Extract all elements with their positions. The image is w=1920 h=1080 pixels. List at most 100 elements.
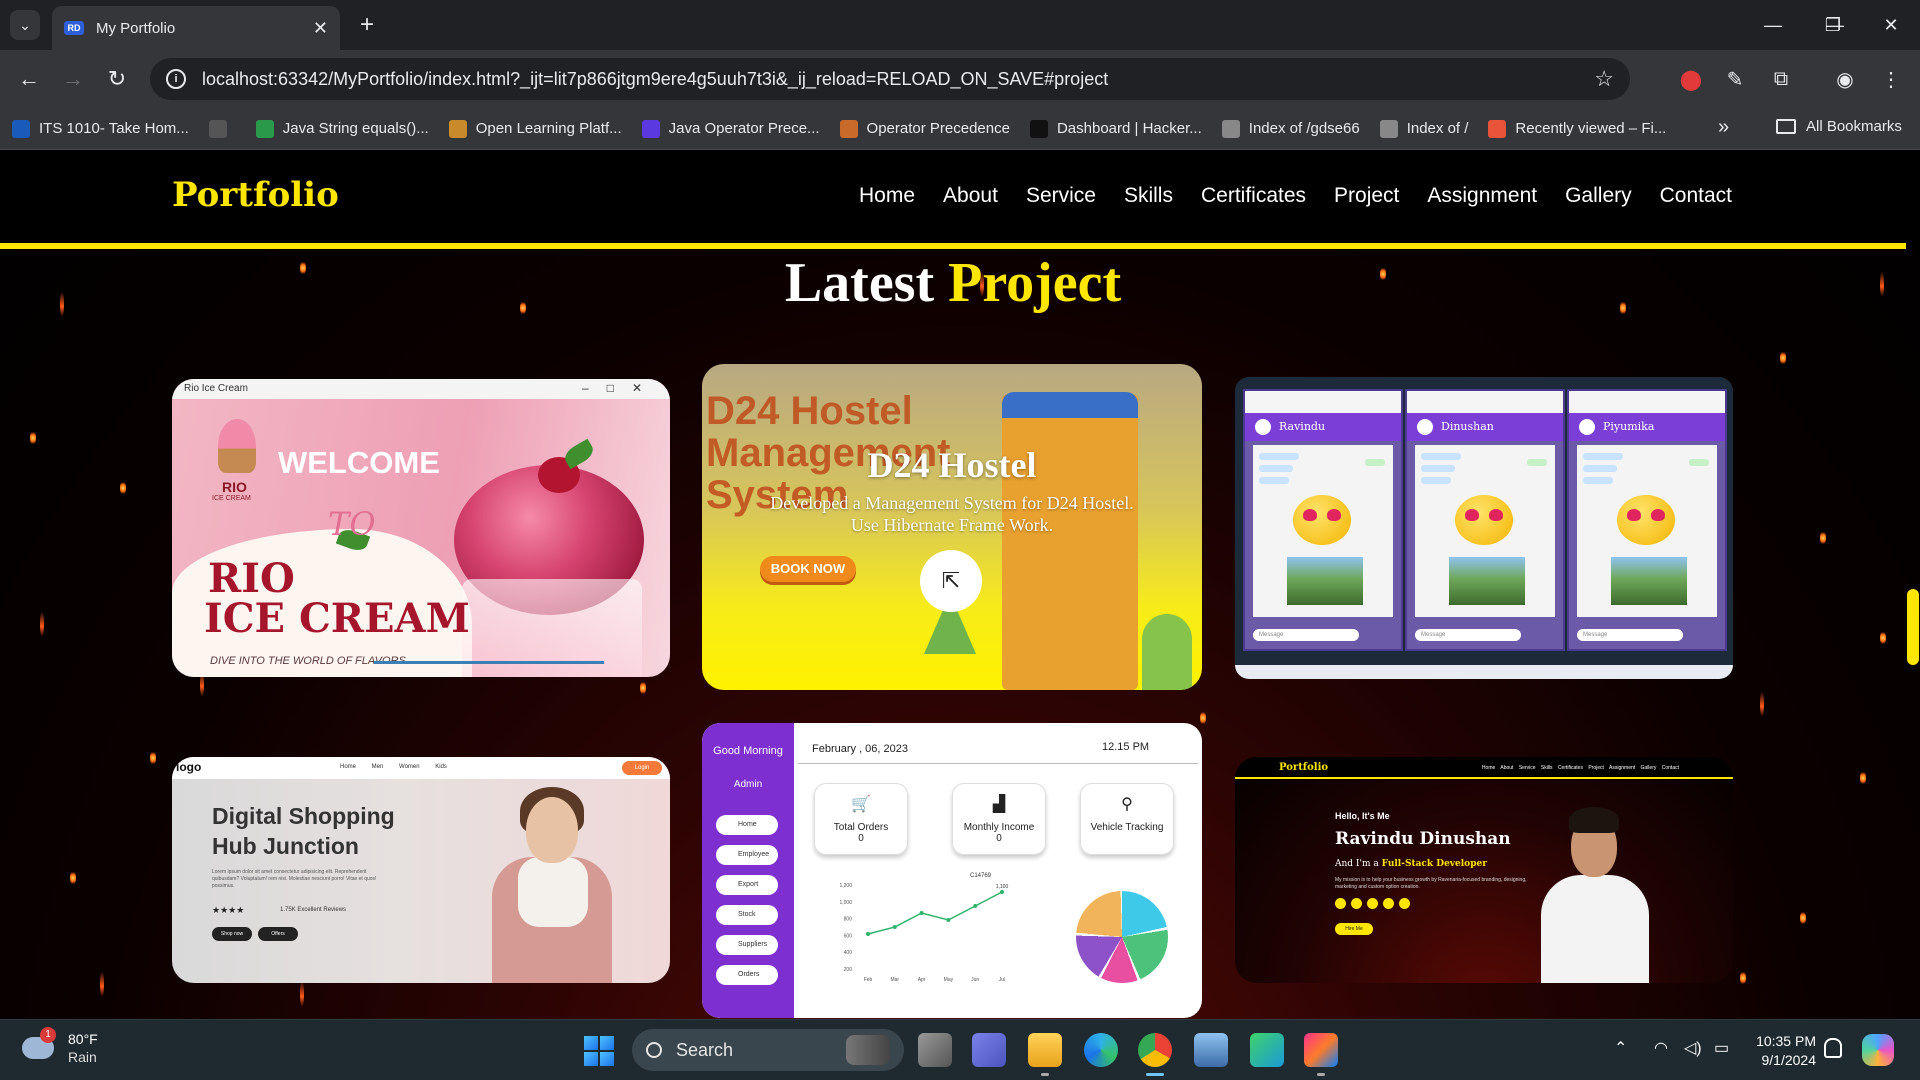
chat-window-titlebar <box>1245 391 1401 413</box>
nav-link-service[interactable]: Service <box>1026 184 1096 208</box>
photos-icon[interactable] <box>1194 1033 1228 1067</box>
clock-time: 10:35 PM <box>1756 1033 1816 1049</box>
heart-eyes-emoji-icon <box>1293 495 1351 545</box>
project-card-portfolio[interactable]: Portfolio Home About Service Skills Cert… <box>1235 757 1733 983</box>
stat-value: 0 <box>996 833 1002 844</box>
page-scrollbar-thumb[interactable] <box>1907 589 1919 665</box>
teams-icon[interactable] <box>972 1033 1006 1067</box>
nav-link-gallery[interactable]: Gallery <box>1565 184 1632 208</box>
bookmarks-overflow-icon[interactable]: » <box>1718 116 1729 139</box>
extension-eyedropper-icon[interactable]: ✎ <box>1720 64 1750 94</box>
restore-window-button[interactable]: ❐ <box>1808 8 1858 42</box>
project-card-chat-app[interactable]: Ravindu Message Dinushan Message Piyumika Mes… <box>1235 377 1733 679</box>
nav-link-certificates[interactable]: Certificates <box>1201 184 1306 208</box>
chrome-icon[interactable] <box>1138 1033 1172 1076</box>
bush-illustration <box>1142 614 1192 690</box>
tab-search-button[interactable]: ⌄ <box>10 10 40 40</box>
edge-icon[interactable] <box>1084 1033 1118 1067</box>
close-tab-icon[interactable]: ✕ <box>313 18 328 39</box>
nav-link-home[interactable]: Home <box>859 184 915 208</box>
nav-link-skills[interactable]: Skills <box>1124 184 1173 208</box>
file-explorer-icon[interactable] <box>1028 1033 1062 1076</box>
bookmark-item[interactable]: Index of /gdse66 <box>1221 119 1360 138</box>
site-info-icon[interactable]: i <box>166 69 186 89</box>
bookmark-favicon-icon <box>12 119 30 138</box>
all-bookmarks-button[interactable]: All Bookmarks <box>1776 118 1902 135</box>
stat-label: Monthly Income <box>963 822 1035 833</box>
bookmark-label: ITS 1010- Take Hom... <box>39 120 189 137</box>
tab-my-portfolio[interactable]: RD My Portfolio ✕ <box>52 6 340 50</box>
project-card-d24-hostel[interactable]: D24 Hostel Management System D24 Hostel … <box>702 364 1202 690</box>
store-app-icon[interactable] <box>1250 1033 1284 1067</box>
chat-input: Message <box>1253 629 1359 641</box>
x-tick-label: Jun <box>971 977 979 983</box>
bookmark-item[interactable]: ITS 1010- Take Hom... <box>12 119 189 138</box>
bookmark-item[interactable]: Recently viewed – Fi... <box>1488 119 1666 138</box>
shared-photo <box>1611 557 1687 605</box>
start-button[interactable] <box>584 1036 614 1066</box>
minimize-window-button[interactable]: — <box>1748 8 1798 42</box>
extensions-puzzle-icon[interactable]: ⧉ <box>1766 64 1796 94</box>
bookmark-favicon-icon <box>1029 119 1048 138</box>
ember-particle <box>40 611 44 637</box>
bookmark-star-icon[interactable]: ☆ <box>1594 66 1614 92</box>
extension-adblock-icon[interactable]: ⬤ <box>1676 64 1706 94</box>
temperature: 80°F <box>68 1031 98 1047</box>
wifi-icon[interactable]: ◠ <box>1654 1038 1668 1058</box>
project-card-rio-ice-cream[interactable]: Rio Ice Cream –□✕ RIO ICE CREAM WELCOME … <box>172 379 670 677</box>
dashboard-sidebar: Good Morning Admin Home Employee Export Sto… <box>702 723 794 1018</box>
back-button[interactable]: ← <box>14 64 44 94</box>
section-title-accent: Project <box>948 252 1122 314</box>
taskbar-search[interactable]: Search <box>632 1029 904 1071</box>
project-card-dashboard[interactable]: Good Morning Admin Home Employee Export Sto… <box>702 723 1202 1018</box>
external-link-icon[interactable]: ⇱ <box>920 550 982 612</box>
windows-taskbar: 1 80°F Rain Search ⌃ ◠ ◁) ▭ 10:35 PM 9/1… <box>0 1019 1920 1080</box>
bookmark-favicon-icon <box>1488 119 1507 138</box>
weather-widget[interactable]: 1 80°F Rain <box>22 1027 98 1066</box>
address-bar[interactable]: i localhost:63342/MyPortfolio/index.html… <box>150 58 1630 100</box>
volume-icon[interactable]: ◁) <box>1684 1038 1702 1058</box>
mini-description: My mission is to help your business grow… <box>1335 877 1527 890</box>
task-view-icon[interactable] <box>918 1033 952 1067</box>
battery-icon[interactable]: ▭ <box>1714 1038 1729 1058</box>
bookmark-item[interactable]: Open Learning Platf... <box>448 119 622 138</box>
pie-chart <box>1076 891 1168 983</box>
ember-particle <box>1740 971 1746 985</box>
nav-link-about[interactable]: About <box>943 184 998 208</box>
nav-link-contact[interactable]: Contact <box>1660 184 1732 208</box>
bookmark-item[interactable]: Operator Precedence <box>839 119 1010 138</box>
dashboard-nav-employee: Employee <box>716 845 778 865</box>
notification-bell-icon[interactable] <box>1824 1038 1842 1058</box>
new-tab-button[interactable]: + <box>352 10 382 40</box>
intellij-icon[interactable] <box>1304 1033 1338 1076</box>
more-menu-icon[interactable]: ⋮ <box>1876 64 1906 94</box>
shared-photo <box>1449 557 1525 605</box>
bookmark-item[interactable]: Java String equals()... <box>255 119 429 138</box>
profile-avatar-icon[interactable]: ◉ <box>1830 64 1860 94</box>
income-line <box>867 891 1003 935</box>
brand-line-2: ICE CREAM <box>204 595 470 642</box>
nav-link-assignment[interactable]: Assignment <box>1427 184 1537 208</box>
social-icon <box>1351 898 1362 909</box>
ember-particle <box>1820 531 1826 545</box>
reload-button[interactable]: ↻ <box>102 64 132 94</box>
copilot-icon[interactable] <box>1862 1034 1894 1066</box>
stat-card: ⚲ Vehicle Tracking <box>1080 783 1174 855</box>
bookmark-item[interactable]: Dashboard | Hacker... <box>1029 119 1202 138</box>
y-tick-label: 1,200 <box>839 883 852 889</box>
system-clock[interactable]: 10:35 PM 9/1/2024 <box>1752 1032 1816 1070</box>
close-window-button[interactable]: ✕ <box>1866 8 1916 42</box>
site-logo[interactable]: Portfolio <box>172 175 339 215</box>
chat-username: Piyumika <box>1569 413 1725 441</box>
chat-messages <box>1253 445 1393 617</box>
message-bubble <box>1259 465 1293 472</box>
bookmark-item[interactable]: Java Operator Prece... <box>641 119 820 138</box>
show-hidden-icons[interactable]: ⌃ <box>1614 1038 1627 1058</box>
forward-button[interactable]: → <box>58 64 88 94</box>
bookmark-item[interactable] <box>208 119 236 138</box>
nav-link-project[interactable]: Project <box>1334 184 1399 208</box>
bookmark-item[interactable]: Index of / <box>1379 119 1468 138</box>
project-card-shopping-hub[interactable]: logo Home Men Women Kids Login Digital S… <box>172 757 670 983</box>
bookmark-favicon-icon <box>641 119 660 138</box>
dashboard-divider <box>798 763 1198 764</box>
